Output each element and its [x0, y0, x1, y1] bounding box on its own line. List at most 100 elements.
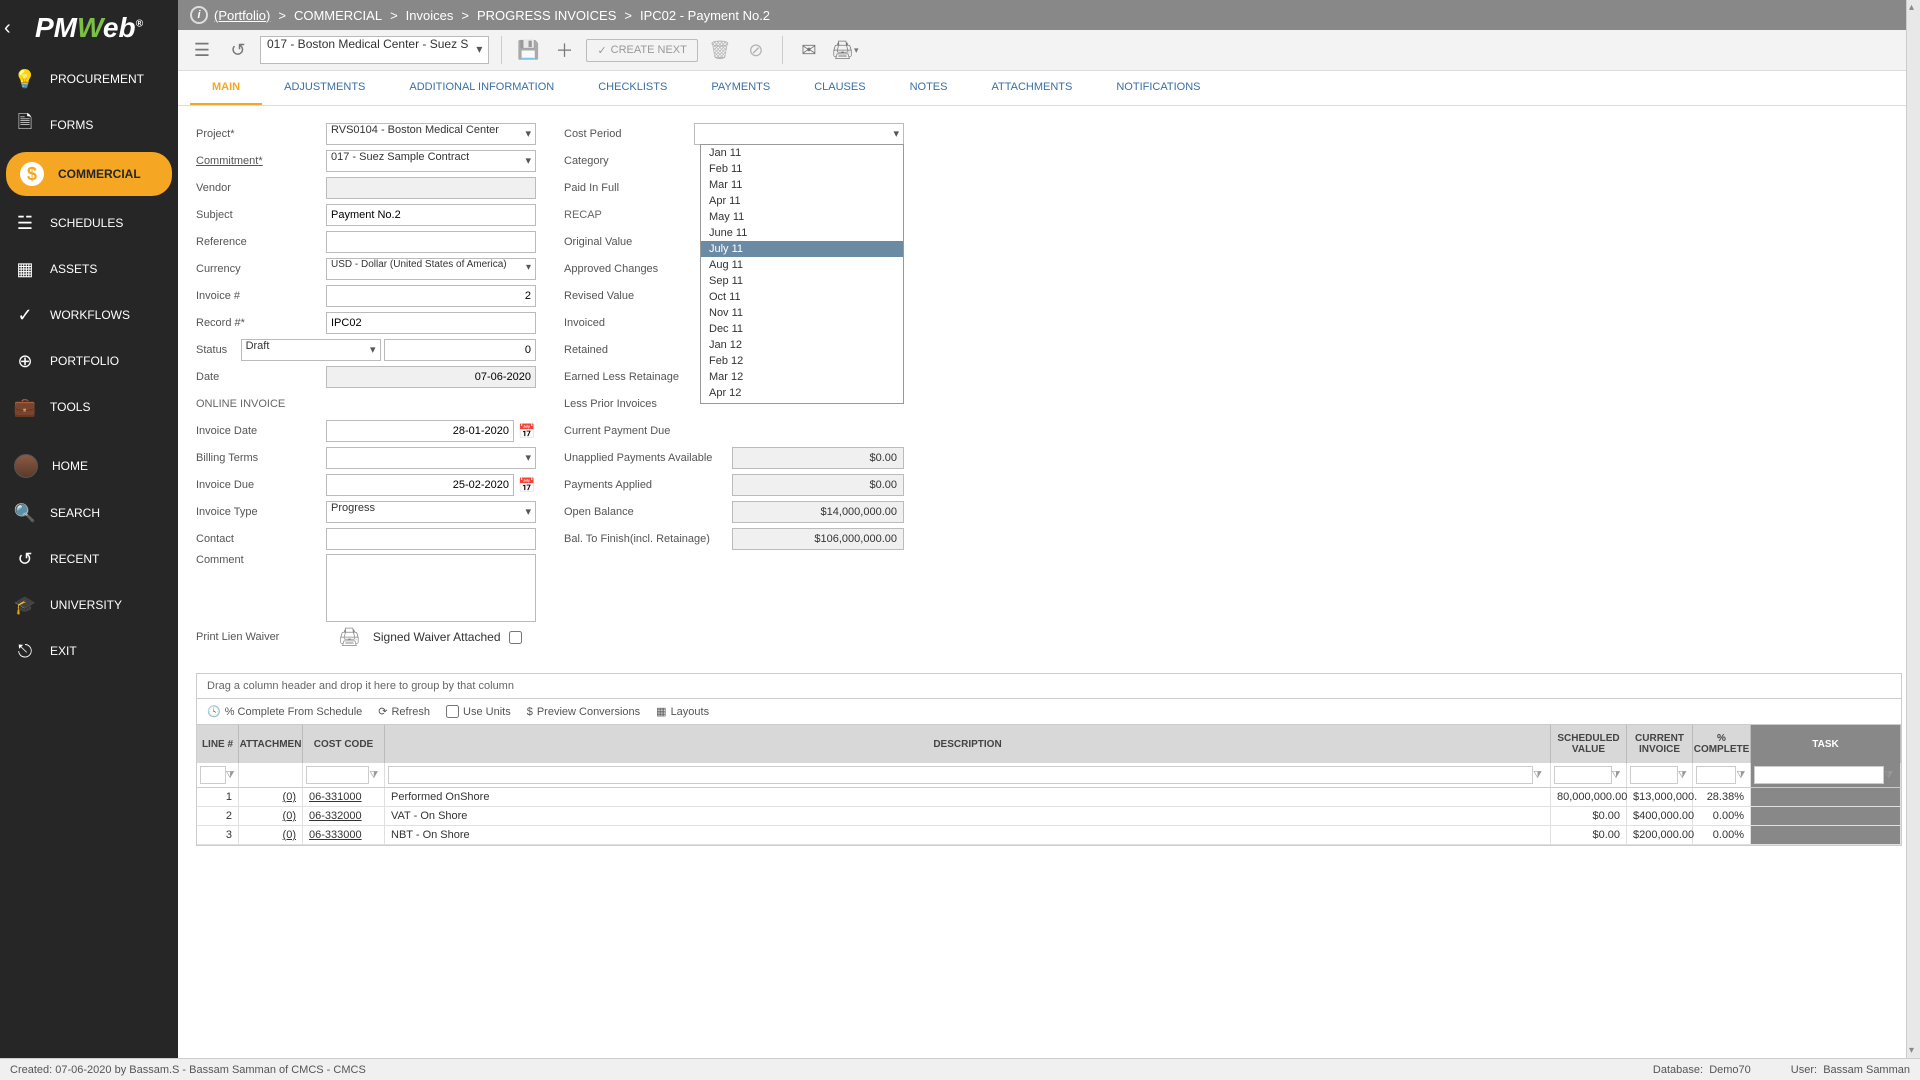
sidebar-item-search[interactable]: 🔍SEARCH [0, 490, 178, 536]
logo[interactable]: ‹ PMWeb® [0, 0, 178, 56]
col-line[interactable]: LINE # [197, 725, 239, 763]
table-row[interactable]: 3(0)06-333000NBT - On Shore$0.00$200,000… [197, 826, 1901, 845]
subject-input[interactable] [326, 204, 536, 226]
dropdown-option[interactable]: July 11 [701, 241, 903, 257]
dropdown-option[interactable]: Sep 11 [701, 273, 903, 289]
table-row[interactable]: 1(0)06-331000Performed OnShore80,000,000… [197, 788, 1901, 807]
billing-terms-select[interactable] [326, 447, 536, 469]
group-by-bar[interactable]: Drag a column header and drop it here to… [197, 674, 1901, 699]
cancel-icon[interactable]: ⊘ [742, 36, 770, 64]
calendar-icon[interactable]: 📅 [518, 423, 536, 440]
col-task[interactable]: TASK [1751, 725, 1901, 763]
project-select[interactable]: RVS0104 - Boston Medical Center [326, 123, 536, 145]
funnel-icon[interactable]: ⧩ [369, 770, 381, 781]
col-attachments[interactable]: ATTACHMEN [239, 725, 303, 763]
breadcrumb-item[interactable]: COMMERCIAL [294, 8, 382, 23]
dropdown-option[interactable]: Dec 11 [701, 321, 903, 337]
filter-line[interactable] [200, 766, 226, 784]
status-num-input[interactable] [384, 339, 536, 361]
tab-main[interactable]: MAIN [190, 71, 262, 105]
refresh-button[interactable]: ⟳Refresh [378, 705, 430, 718]
col-cost-code[interactable]: COST CODE [303, 725, 385, 763]
history-icon[interactable]: ↺ [224, 36, 252, 64]
reference-input[interactable] [326, 231, 536, 253]
tab-checklists[interactable]: CHECKLISTS [576, 71, 689, 105]
dropdown-option[interactable]: June 11 [701, 225, 903, 241]
print-icon[interactable]: 🖨 [338, 627, 361, 648]
dropdown-option[interactable]: May 11 [701, 209, 903, 225]
invoice-date-input[interactable] [326, 420, 514, 442]
tab-adjustments[interactable]: ADJUSTMENTS [262, 71, 387, 105]
save-icon[interactable]: 💾 [514, 36, 542, 64]
add-icon[interactable]: ＋ [550, 36, 578, 64]
funnel-icon[interactable]: ⧩ [226, 770, 235, 781]
dropdown-option[interactable]: Mar 11 [701, 177, 903, 193]
dropdown-option[interactable]: Oct 11 [701, 289, 903, 305]
tab-clauses[interactable]: CLAUSES [792, 71, 887, 105]
preview-button[interactable]: $Preview Conversions [527, 706, 640, 718]
sidebar-item-commercial[interactable]: $COMMERCIAL [6, 152, 172, 196]
tab-payments[interactable]: PAYMENTS [689, 71, 792, 105]
cost-period-dropdown[interactable]: Jan 11Feb 11Mar 11Apr 11May 11June 11Jul… [700, 144, 904, 404]
currency-select[interactable]: USD - Dollar (United States of America) [326, 258, 536, 280]
sidebar-item-portfolio[interactable]: ⊕PORTFOLIO [0, 338, 178, 384]
dropdown-option[interactable]: Feb 11 [701, 161, 903, 177]
tab-attachments[interactable]: ATTACHMENTS [969, 71, 1094, 105]
dropdown-option[interactable]: Jan 11 [701, 145, 903, 161]
funnel-icon[interactable]: ⧩ [1736, 770, 1747, 781]
col-current-invoice[interactable]: CURRENT INVOICE [1627, 725, 1693, 763]
delete-icon[interactable]: 🗑 [706, 36, 734, 64]
back-arrow-icon[interactable]: ‹ [4, 17, 11, 40]
funnel-icon[interactable]: ⧩ [1884, 770, 1897, 781]
col-description[interactable]: DESCRIPTION [385, 725, 1551, 763]
dropdown-option[interactable]: Feb 12 [701, 353, 903, 369]
record-input[interactable] [326, 312, 536, 334]
sidebar-item-tools[interactable]: 💼TOOLS [0, 384, 178, 430]
filter-desc[interactable] [388, 766, 1533, 784]
list-icon[interactable]: ☰ [188, 36, 216, 64]
dropdown-option[interactable]: Jan 12 [701, 337, 903, 353]
dropdown-option[interactable]: May 12 [701, 401, 903, 404]
calendar-icon[interactable]: 📅 [518, 477, 536, 494]
sidebar-item-assets[interactable]: ▦ASSETS [0, 246, 178, 292]
funnel-icon[interactable]: ⧩ [1533, 770, 1547, 781]
comment-textarea[interactable] [326, 554, 536, 622]
col-complete[interactable]: % COMPLETE [1693, 725, 1751, 763]
sidebar-item-workflows[interactable]: ✓WORKFLOWS [0, 292, 178, 338]
sidebar-item-procurement[interactable]: 💡PROCUREMENT [0, 56, 178, 102]
filter-task[interactable] [1754, 766, 1884, 784]
funnel-icon[interactable]: ⧩ [1612, 770, 1623, 781]
invoice-type-select[interactable]: Progress [326, 501, 536, 523]
contact-input[interactable] [326, 528, 536, 550]
status-select[interactable]: Draft [241, 339, 381, 361]
funnel-icon[interactable]: ⧩ [1678, 770, 1689, 781]
project-selector[interactable]: 017 - Boston Medical Center - Suez S [260, 36, 489, 64]
filter-sched[interactable] [1554, 766, 1612, 784]
dropdown-option[interactable]: Apr 12 [701, 385, 903, 401]
commitment-select[interactable]: 017 - Suez Sample Contract [326, 150, 536, 172]
signed-waiver-checkbox[interactable] [509, 631, 522, 644]
filter-comp[interactable] [1696, 766, 1736, 784]
tab-additional-info[interactable]: ADDITIONAL INFORMATION [387, 71, 576, 105]
use-units-checkbox[interactable]: Use Units [446, 705, 511, 718]
cost-period-select[interactable] [694, 123, 904, 145]
dropdown-option[interactable]: Nov 11 [701, 305, 903, 321]
commitment-label[interactable]: Commitment [196, 155, 326, 167]
breadcrumb-portfolio[interactable]: (Portfolio) [214, 8, 270, 23]
create-next-button[interactable]: ✓CREATE NEXT [586, 39, 697, 62]
table-row[interactable]: 2(0)06-332000VAT - On Shore$0.00$400,000… [197, 807, 1901, 826]
sidebar-item-forms[interactable]: 🗎FORMS [0, 102, 178, 148]
dropdown-option[interactable]: Mar 12 [701, 369, 903, 385]
filter-code[interactable] [306, 766, 369, 784]
breadcrumb-item[interactable]: Invoices [406, 8, 454, 23]
tab-notifications[interactable]: NOTIFICATIONS [1094, 71, 1222, 105]
sidebar-item-university[interactable]: 🎓UNIVERSITY [0, 582, 178, 628]
breadcrumb-item[interactable]: PROGRESS INVOICES [477, 8, 616, 23]
sidebar-item-recent[interactable]: ↺RECENT [0, 536, 178, 582]
pct-complete-button[interactable]: 🕓% Complete From Schedule [207, 705, 362, 718]
sidebar-item-schedules[interactable]: ☱SCHEDULES [0, 200, 178, 246]
info-icon[interactable]: i [190, 6, 208, 24]
layouts-button[interactable]: ▦Layouts [656, 705, 709, 718]
dropdown-option[interactable]: Aug 11 [701, 257, 903, 273]
filter-curr[interactable] [1630, 766, 1678, 784]
